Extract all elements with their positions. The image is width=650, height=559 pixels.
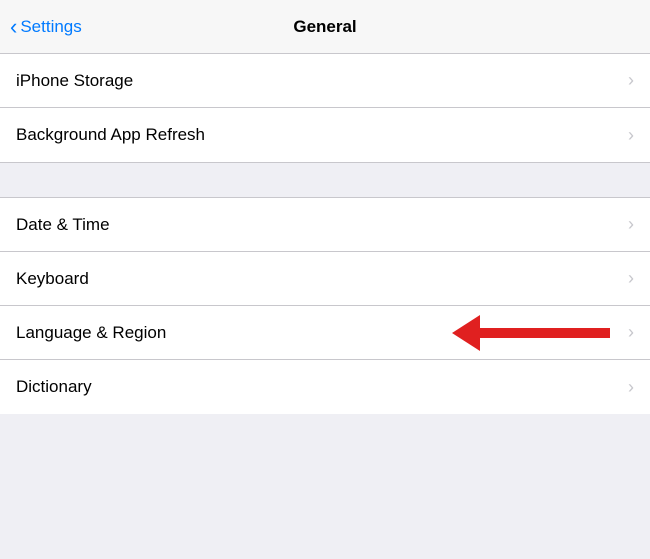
background-app-refresh-label: Background App Refresh (16, 125, 205, 145)
navigation-bar: ‹ Settings General (0, 0, 650, 54)
highlight-arrow (452, 315, 610, 351)
back-chevron-icon: ‹ (10, 16, 17, 38)
back-button[interactable]: ‹ Settings (10, 16, 82, 38)
list-item-iphone-storage[interactable]: iPhone Storage › (0, 54, 650, 108)
section-2: Date & Time › Keyboard › Language & Regi… (0, 198, 650, 414)
chevron-right-icon: › (628, 214, 634, 235)
chevron-right-icon: › (628, 377, 634, 398)
list-item-language-region[interactable]: Language & Region › (0, 306, 650, 360)
list-item-dictionary[interactable]: Dictionary › (0, 360, 650, 414)
back-label: Settings (20, 17, 81, 37)
section-1: iPhone Storage › Background App Refresh … (0, 54, 650, 162)
chevron-right-icon: › (628, 322, 634, 343)
date-time-label: Date & Time (16, 215, 110, 235)
section-divider (0, 162, 650, 198)
list-item-background-app-refresh[interactable]: Background App Refresh › (0, 108, 650, 162)
arrow-shaft-icon (480, 328, 610, 338)
red-arrow-graphic (452, 315, 610, 351)
dictionary-label: Dictionary (16, 377, 92, 397)
page-title: General (293, 17, 356, 37)
language-region-label: Language & Region (16, 323, 166, 343)
chevron-right-icon: › (628, 268, 634, 289)
list-item-keyboard[interactable]: Keyboard › (0, 252, 650, 306)
iphone-storage-label: iPhone Storage (16, 71, 133, 91)
arrow-head-icon (452, 315, 480, 351)
keyboard-label: Keyboard (16, 269, 89, 289)
list-item-date-time[interactable]: Date & Time › (0, 198, 650, 252)
chevron-right-icon: › (628, 70, 634, 91)
chevron-right-icon: › (628, 125, 634, 146)
